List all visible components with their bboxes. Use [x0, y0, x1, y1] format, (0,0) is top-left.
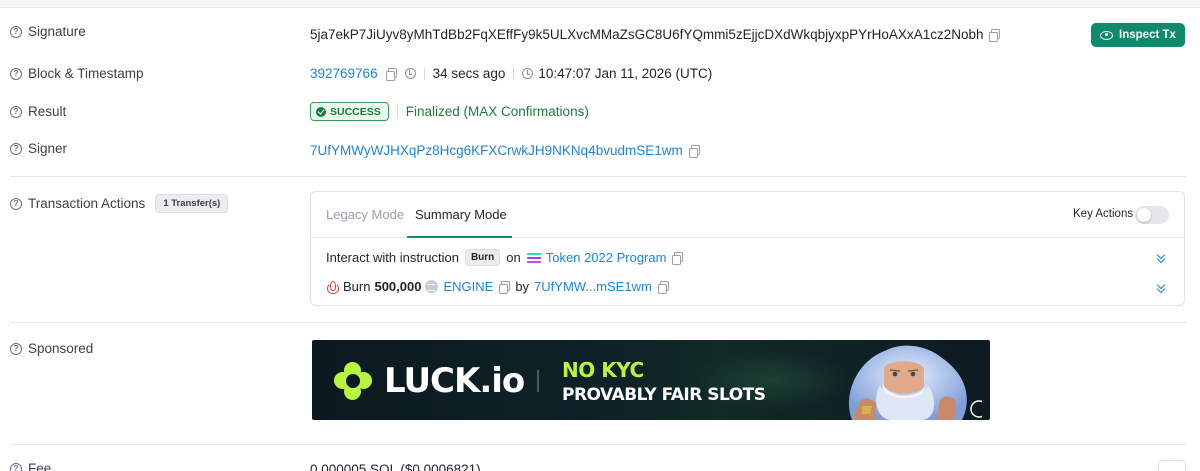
help-icon[interactable]: ? [10, 342, 22, 355]
signer-label: ? Signer [10, 141, 67, 156]
divider [10, 322, 1186, 323]
signer-value: 7UfYMWyWJHXqPz8Hcg6KFXCrwkJH9NKNq4bvudmS… [310, 143, 700, 158]
key-actions-label: Key Actions [1073, 208, 1134, 220]
clover-logo-icon [334, 362, 372, 400]
transfer-count-badge: 1 Transfer(s) [155, 194, 229, 213]
actions-tabs: Legacy Mode Summary Mode Key Actions [311, 192, 1184, 238]
actions-panel: Legacy Mode Summary Mode Key Actions Int… [310, 191, 1185, 306]
copy-icon[interactable] [385, 68, 397, 81]
help-icon[interactable]: ? [10, 142, 22, 155]
result-label: ? Result [10, 104, 66, 119]
block-timestamp: 10:47:07 Jan 11, 2026 (UTC) [538, 66, 713, 81]
divider [10, 176, 1186, 177]
banner-divider [537, 370, 539, 392]
copy-icon[interactable] [657, 281, 669, 294]
burn-address-link[interactable]: 7UfYMW...mSE1wm [534, 279, 652, 294]
tab-legacy-mode[interactable]: Legacy Mode [326, 207, 404, 222]
fee-value: 0.000005 SOL ($0.0006821) [310, 462, 481, 471]
actions-label: ? Transaction Actions 1 Transfer(s) [10, 194, 229, 213]
expand-chevron-icon[interactable] [1156, 282, 1166, 294]
fee-label-text: Fee [28, 461, 52, 471]
status-badge: SUCCESS [310, 102, 389, 121]
banner-tagline: PROVABLY FAIR SLOTS [562, 385, 766, 405]
block-value: 392769766 34 secs ago 10:47:07 Jan 11, 2… [310, 66, 712, 81]
fee-label: ? Fee [10, 461, 51, 471]
result-value: SUCCESS Finalized (MAX Confirmations) [310, 102, 589, 121]
result-label-text: Result [28, 104, 67, 119]
instruction-tag: Burn [464, 249, 501, 266]
on-text: on [506, 250, 521, 265]
zeus-character-illustration [848, 345, 982, 420]
key-actions-toggle[interactable] [1135, 206, 1169, 224]
brand-logo: LUCK.io [384, 361, 525, 401]
help-icon[interactable]: ? [10, 25, 22, 38]
separator [513, 67, 515, 80]
status-text: SUCCESS [330, 105, 381, 118]
signature-label: ? Signature [10, 24, 86, 39]
signature-value: 5ja7ekP7JiUyv8yMhTdBb2FqXEffFy9k5ULXvcMM… [310, 27, 1001, 42]
token-link[interactable]: ENGINE [443, 279, 493, 294]
separator [396, 105, 398, 118]
help-icon[interactable]: ? [10, 105, 22, 118]
signature-hash[interactable]: 5ja7ekP7JiUyv8yMhTdBb2FqXEffFy9k5ULXvcMM… [310, 27, 983, 42]
eye-icon [1100, 30, 1114, 40]
sponsored-label-text: Sponsored [28, 341, 94, 356]
check-circle-icon [316, 106, 326, 117]
history-icon[interactable] [404, 68, 416, 79]
block-age: 34 secs ago [432, 66, 506, 81]
banner-headline: NO KYC [562, 358, 644, 382]
action-row-burn: Burn 500,000 ENGINE by 7UfYMW...mSE1wm [326, 279, 669, 294]
help-icon[interactable]: ? [10, 197, 22, 210]
signature-label-text: Signature [28, 24, 86, 39]
instruction-prefix: Interact with instruction [326, 250, 459, 265]
sponsored-label: ? Sponsored [10, 341, 93, 356]
fee-action-button[interactable] [1158, 460, 1186, 471]
signer-address-link[interactable]: 7UfYMWyWJHXqPz8Hcg6KFXCrwkJH9NKNq4bvudmS… [310, 143, 683, 158]
fee-amount: 0.000005 SOL ($0.0006821) [310, 462, 481, 471]
block-label-text: Block & Timestamp [28, 66, 144, 81]
top-border [0, 0, 1200, 8]
divider [10, 444, 1186, 445]
help-icon[interactable]: ? [10, 67, 22, 80]
token-icon [425, 280, 439, 293]
expand-chevron-icon[interactable] [1156, 252, 1166, 264]
solana-icon [526, 252, 542, 263]
burn-fire-icon [326, 280, 339, 294]
help-icon[interactable]: ? [10, 462, 22, 471]
block-label: ? Block & Timestamp [10, 66, 144, 81]
block-number-link[interactable]: 392769766 [310, 66, 378, 81]
finality-text: Finalized (MAX Confirmations) [405, 104, 589, 119]
program-link[interactable]: Token 2022 Program [546, 250, 667, 265]
signer-label-text: Signer [28, 141, 68, 156]
inspect-tx-button[interactable]: Inspect Tx [1091, 23, 1185, 47]
clock-icon [522, 68, 534, 79]
burn-verb: Burn [343, 279, 371, 294]
copy-icon[interactable] [672, 252, 684, 265]
separator [423, 67, 425, 80]
sponsored-banner[interactable]: LUCK.io NO KYC PROVABLY FAIR SLOTS [312, 340, 990, 420]
active-tab-indicator [407, 236, 512, 238]
action-row-instruction: Interact with instruction Burn on Token … [326, 249, 684, 266]
burn-amount: 500,000 [374, 279, 422, 294]
copy-icon[interactable] [499, 281, 511, 294]
tab-summary-mode[interactable]: Summary Mode [415, 207, 507, 222]
actions-label-text: Transaction Actions [28, 196, 146, 211]
copy-icon[interactable] [688, 145, 700, 158]
by-text: by [515, 279, 530, 294]
inspect-tx-label: Inspect Tx [1119, 29, 1176, 41]
copy-icon[interactable] [989, 29, 1001, 42]
